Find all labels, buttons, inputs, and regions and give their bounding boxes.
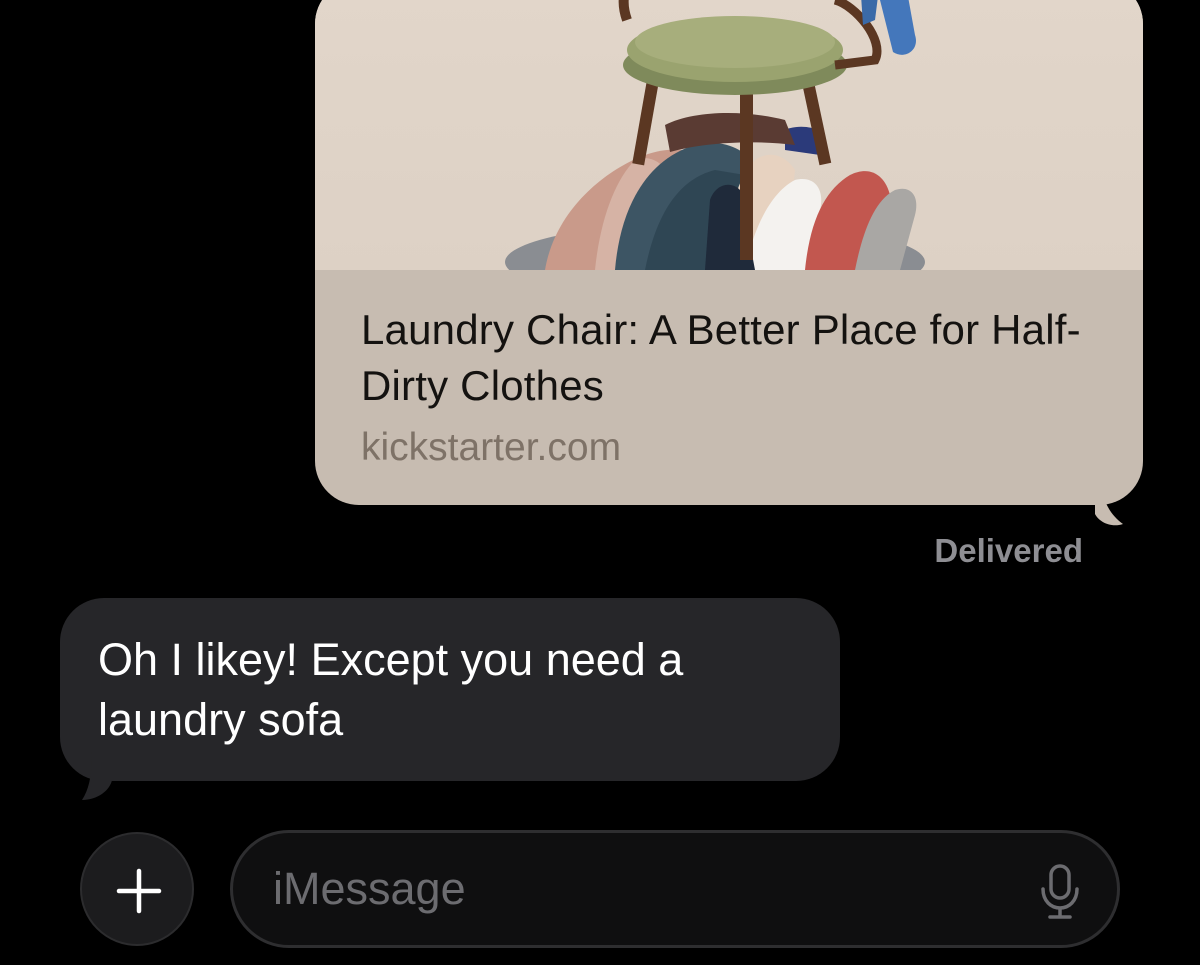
link-preview-image: [315, 0, 1143, 270]
message-field[interactable]: [230, 830, 1120, 948]
link-preview-bubble[interactable]: Laundry Chair: A Better Place for Half-D…: [315, 0, 1143, 505]
microphone-icon[interactable]: [1038, 863, 1082, 921]
add-attachment-button[interactable]: [80, 832, 194, 946]
plus-icon: [116, 868, 162, 914]
laundry-chair-photo: [505, 0, 925, 270]
incoming-message-text: Oh I likey! Except you need a laundry so…: [98, 634, 684, 745]
message-input[interactable]: [273, 857, 1013, 921]
link-preview-domain: kickstarter.com: [361, 426, 622, 469]
outgoing-bubble-tail: [1095, 478, 1123, 526]
incoming-bubble-tail: [82, 752, 112, 800]
link-preview-title: Laundry Chair: A Better Place for Half-D…: [361, 306, 1081, 409]
delivered-status: Delivered: [934, 532, 1083, 569]
incoming-message-bubble[interactable]: Oh I likey! Except you need a laundry so…: [60, 598, 840, 781]
